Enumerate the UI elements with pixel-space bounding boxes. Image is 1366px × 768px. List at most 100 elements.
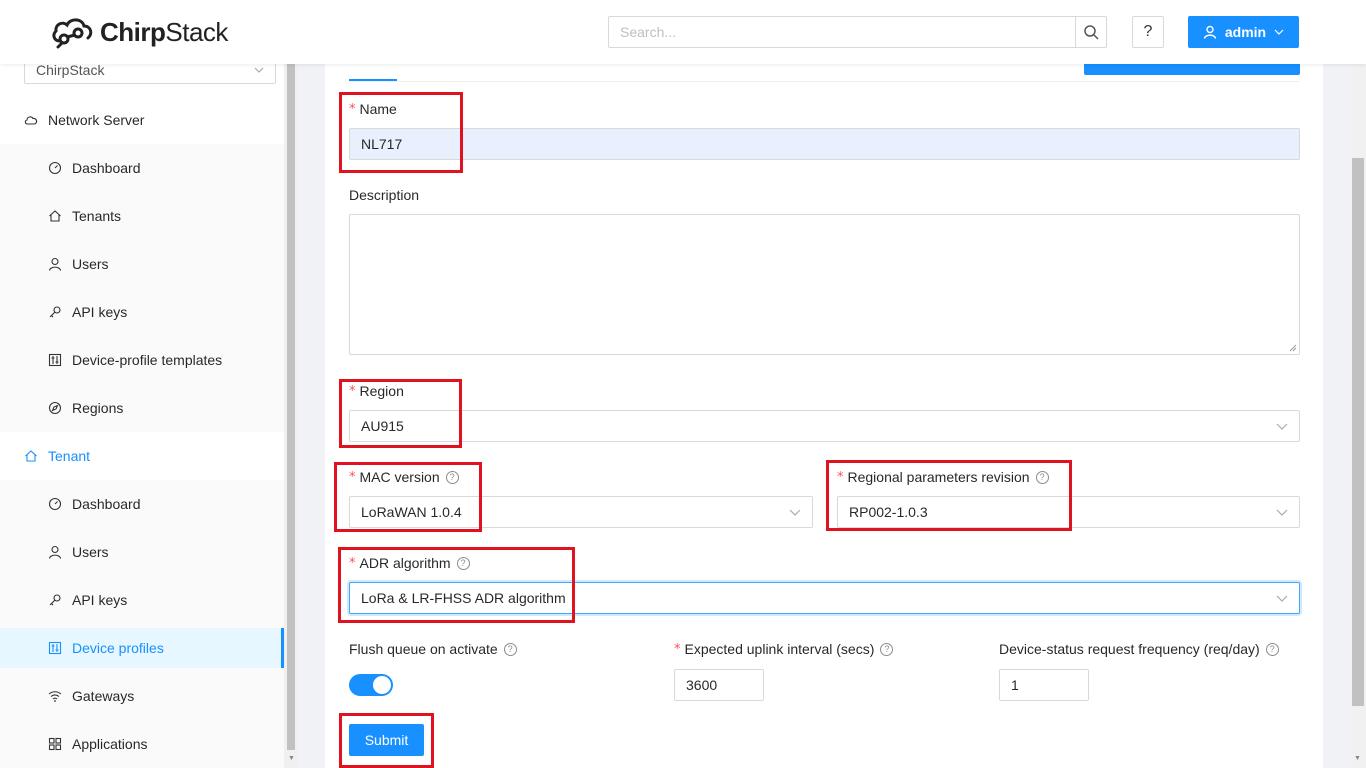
user-icon — [48, 545, 62, 559]
adr-algorithm-select[interactable]: LoRa & LR-FHSS ADR algorithm — [349, 582, 1300, 614]
chevron-down-icon — [1276, 423, 1288, 430]
cloud-icon — [24, 116, 38, 125]
flush-queue-switch[interactable] — [349, 674, 393, 696]
sidebar-item-tenant-users[interactable]: Users — [0, 532, 284, 572]
help-circle-icon[interactable]: ? — [456, 556, 470, 570]
sidebar-item-label: Applications — [72, 736, 148, 752]
sidebar-item-label: Device-profile templates — [72, 352, 223, 368]
resize-grip-icon[interactable] — [1289, 344, 1297, 352]
chevron-down-icon — [789, 509, 801, 516]
sidebar-group-label: Network Server — [48, 112, 145, 128]
help-circle-icon[interactable]: ? — [1265, 642, 1279, 656]
sidebar-item-gateways[interactable]: Gateways — [0, 676, 284, 716]
regional-params-select[interactable]: RP002-1.0.3 — [837, 496, 1300, 528]
search-icon — [1084, 25, 1099, 40]
sidebar-item-tenants[interactable]: Tenants — [0, 196, 284, 236]
required-mark: * — [837, 469, 844, 485]
sidebar-item-label: Dashboard — [72, 160, 141, 176]
page-scrollbar-thumb[interactable] — [1352, 158, 1364, 706]
user-menu-button[interactable]: admin — [1188, 16, 1299, 48]
help-icon: ? — [1143, 23, 1153, 40]
uplink-interval-value: 3600 — [686, 677, 718, 693]
dashboard-icon — [48, 497, 62, 511]
sidebar-item-tenant-api-keys[interactable]: API keys — [0, 580, 284, 620]
uplink-interval-label: * Expected uplink interval (secs)? — [674, 640, 894, 658]
required-mark: * — [349, 383, 356, 399]
scroll-down-arrow-icon[interactable]: ▼ — [288, 755, 295, 762]
home-icon — [49, 210, 61, 222]
key-icon — [49, 306, 61, 318]
wifi-icon — [48, 691, 62, 702]
device-status-value: 1 — [1011, 677, 1019, 693]
tenant-select-value: ChirpStack — [36, 64, 105, 78]
sidebar-item-ns-api-keys[interactable]: API keys — [0, 292, 284, 332]
sidebar-scrollbar-thumb[interactable] — [287, 64, 295, 750]
search-bar — [608, 16, 1107, 48]
required-mark: * — [349, 469, 356, 485]
chevron-down-icon — [254, 67, 264, 73]
device-status-label: Device-status request frequency (req/day… — [999, 640, 1279, 658]
header-action-button[interactable] — [1084, 64, 1300, 75]
mac-version-select[interactable]: LoRaWAN 1.0.4 — [349, 496, 813, 528]
name-field[interactable]: NL717 — [349, 128, 1300, 160]
logo-text: ChirpStack — [100, 16, 228, 47]
region-value: AU915 — [361, 418, 404, 434]
sidebar-item-ns-dashboard[interactable]: Dashboard — [0, 148, 284, 188]
help-circle-icon[interactable]: ? — [445, 470, 459, 484]
description-field[interactable] — [349, 214, 1300, 355]
scroll-down-arrow-icon[interactable]: ▼ — [1354, 755, 1361, 762]
sliders-icon — [48, 353, 62, 367]
search-button[interactable] — [1075, 16, 1107, 48]
name-value: NL717 — [361, 136, 403, 152]
home-icon — [25, 450, 37, 462]
regional-params-value: RP002-1.0.3 — [849, 504, 928, 520]
sidebar-item-applications[interactable]: Applications — [0, 724, 284, 764]
sidebar-item-device-profiles[interactable]: Device profiles — [0, 628, 284, 668]
sidebar-item-label: API keys — [72, 592, 128, 608]
active-tab-indicator — [349, 79, 397, 81]
sidebar-item-label: API keys — [72, 304, 128, 320]
appstore-icon — [48, 737, 62, 751]
sidebar-group-network-server[interactable]: Network Server — [0, 96, 284, 144]
sidebar-item-label: Gateways — [72, 688, 135, 704]
chevron-down-icon — [1274, 29, 1284, 35]
sidebar: ChirpStack Network Server Dashboard Tena… — [0, 64, 284, 768]
chevron-down-icon — [1276, 595, 1288, 602]
sidebar-item-label: Users — [72, 256, 109, 272]
sidebar-group-tenant[interactable]: Tenant — [0, 432, 284, 480]
sidebar-item-label: Tenants — [72, 208, 122, 224]
sidebar-item-tenant-dashboard[interactable]: Dashboard — [0, 484, 284, 524]
sidebar-item-regions[interactable]: Regions — [0, 388, 284, 428]
sidebar-item-label: Dashboard — [72, 496, 141, 512]
help-circle-icon[interactable]: ? — [1035, 470, 1049, 484]
tenant-select[interactable]: ChirpStack — [24, 64, 276, 84]
chirpstack-logo[interactable]: ChirpStack — [50, 14, 228, 50]
help-button[interactable]: ? — [1132, 16, 1164, 48]
user-icon — [1203, 25, 1217, 39]
adr-algorithm-value: LoRa & LR-FHSS ADR algorithm — [361, 590, 566, 606]
key-icon — [49, 594, 61, 606]
sidebar-item-label: Regions — [72, 400, 124, 416]
sidebar-item-ns-users[interactable]: Users — [0, 244, 284, 284]
submit-button[interactable]: Submit — [349, 724, 424, 756]
name-label: * Name — [349, 101, 397, 117]
uplink-interval-input[interactable]: 3600 — [674, 669, 764, 701]
search-input[interactable] — [608, 16, 1075, 48]
dashboard-icon — [48, 161, 62, 175]
sidebar-item-label: Device profiles — [72, 640, 164, 656]
compass-icon — [48, 401, 62, 415]
user-icon — [48, 257, 62, 271]
app-header: ChirpStack ? admin — [0, 0, 1366, 64]
mac-version-value: LoRaWAN 1.0.4 — [361, 504, 462, 520]
description-label: Description — [349, 187, 420, 203]
submit-label: Submit — [364, 732, 409, 748]
region-select[interactable]: AU915 — [349, 410, 1300, 442]
device-status-input[interactable]: 1 — [999, 669, 1089, 701]
user-name: admin — [1224, 24, 1267, 40]
flush-queue-label: Flush queue on activate? — [349, 640, 517, 658]
help-circle-icon[interactable]: ? — [503, 642, 517, 656]
switch-knob — [373, 676, 391, 694]
region-label: * Region — [349, 383, 404, 399]
sidebar-item-device-profile-templates[interactable]: Device-profile templates — [0, 340, 284, 380]
help-circle-icon[interactable]: ? — [880, 642, 894, 656]
